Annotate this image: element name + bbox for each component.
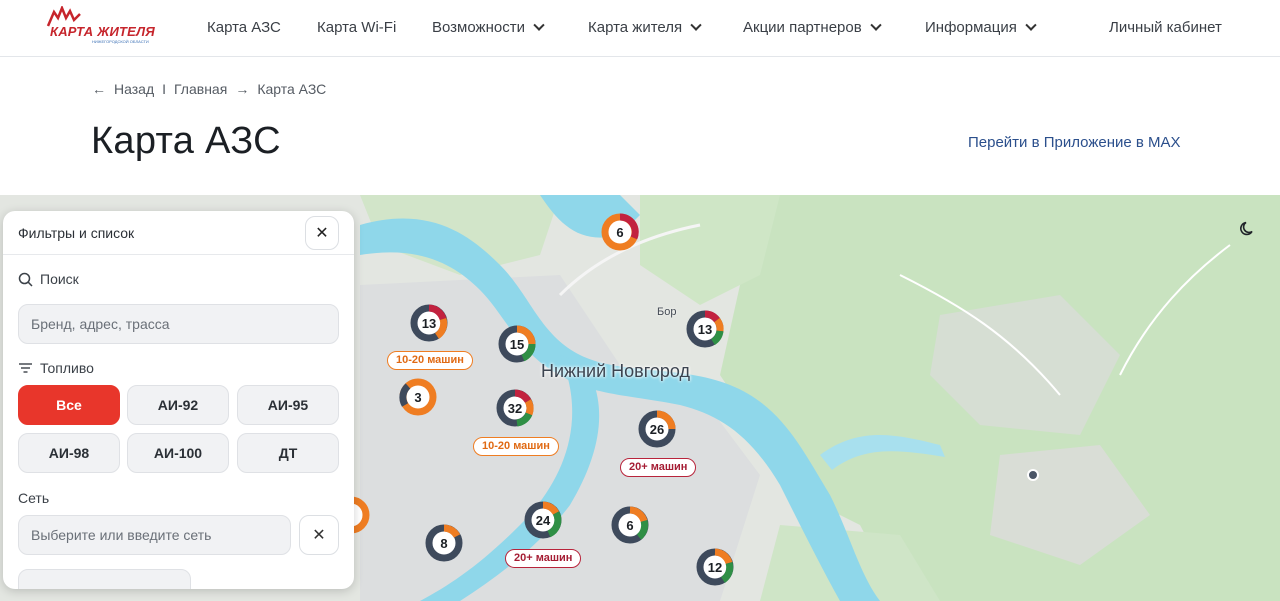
- search-section-label: Поиск: [18, 271, 79, 287]
- network-input[interactable]: Выберите или введите сеть: [18, 515, 291, 555]
- chevron-down-icon: [690, 19, 702, 31]
- breadcrumb: ← Назад I Главная → Карта АЗС: [92, 81, 326, 97]
- cluster-count: 13: [697, 321, 713, 337]
- close-icon: ✕: [312, 527, 326, 544]
- nav-item-map-wifi[interactable]: Карта Wi-Fi: [317, 19, 396, 36]
- station-cluster[interactable]: 3: [396, 375, 440, 419]
- search-label: Поиск: [40, 271, 79, 287]
- cluster-count: 24: [535, 512, 551, 528]
- station-cluster[interactable]: 6: [608, 503, 652, 547]
- station-cluster[interactable]: 8: [422, 521, 466, 565]
- nav-label: Карта Wi-Fi: [317, 19, 397, 36]
- fuel-chip-ai98[interactable]: АИ-98: [18, 433, 120, 473]
- account-link[interactable]: Личный кабинет: [1109, 19, 1222, 36]
- chevron-down-icon: [533, 19, 545, 31]
- fuel-chip-all[interactable]: Все: [18, 385, 120, 425]
- search-icon: [18, 272, 33, 287]
- station-marker[interactable]: [1027, 469, 1039, 481]
- queue-badge: 10-20 машин: [387, 351, 473, 370]
- station-cluster[interactable]: 13: [407, 301, 451, 345]
- breadcrumb-current: Карта АЗС: [257, 81, 327, 97]
- station-cluster[interactable]: 32: [493, 386, 537, 430]
- filter-panel: Фильтры и список ✕ Поиск Бренд, адрес, т…: [3, 211, 354, 589]
- station-cluster[interactable]: 24: [521, 498, 565, 542]
- cluster-count: 8: [440, 535, 448, 551]
- cluster-count: 13: [421, 315, 437, 331]
- search-input[interactable]: Бренд, адрес, трасса: [18, 304, 339, 344]
- fuel-section-label: Топливо: [18, 360, 94, 376]
- chevron-down-icon: [1025, 19, 1037, 31]
- panel-header: Фильтры и список ✕: [3, 211, 354, 255]
- nav-item-information[interactable]: Информация: [925, 19, 1037, 36]
- station-cluster[interactable]: 13: [683, 307, 727, 351]
- cluster-count: 6: [626, 517, 634, 533]
- queue-badge: 20+ машин: [505, 549, 582, 568]
- station-cluster[interactable]: 26: [635, 407, 679, 451]
- network-section-label: Сеть: [18, 490, 49, 506]
- fuel-chip-ai100[interactable]: АИ-100: [127, 433, 229, 473]
- cluster-count: 6: [616, 224, 624, 240]
- cluster-count: 26: [649, 421, 665, 437]
- network-label: Сеть: [18, 490, 50, 506]
- nav-item-features[interactable]: Возможности: [432, 19, 545, 36]
- nav-label: Карта жителя: [588, 19, 683, 36]
- nav-item-partner-offers[interactable]: Акции партнеров: [743, 19, 882, 36]
- open-app-link[interactable]: Перейти в Приложение в MAX: [968, 134, 1181, 151]
- clear-network-button[interactable]: ✕: [299, 515, 339, 555]
- moon-icon[interactable]: [1238, 219, 1258, 239]
- nav-label: Возможности: [432, 19, 525, 36]
- city-label: Нижний Новгород: [541, 361, 691, 381]
- station-cluster[interactable]: 12: [693, 545, 737, 589]
- cluster-count: 3: [414, 389, 422, 405]
- logo-subtext: НИЖЕГОРОДСКОЙ ОБЛАСТИ: [92, 39, 149, 44]
- arrow-right-icon: →: [235, 81, 250, 97]
- panel-title: Фильтры и список: [18, 225, 135, 241]
- cluster-count: 15: [509, 336, 525, 352]
- site-header: КАРТА ЖИТЕЛЯ НИЖЕГОРОДСКОЙ ОБЛАСТИ Карта…: [0, 0, 1280, 57]
- station-cluster[interactable]: 15: [495, 322, 539, 366]
- cluster-count: 32: [507, 400, 523, 416]
- fuel-chip-ai92[interactable]: АИ-92: [127, 385, 229, 425]
- fuel-label: Топливо: [40, 360, 94, 376]
- station-cluster[interactable]: 6: [598, 210, 642, 254]
- search-placeholder: Бренд, адрес, трасса: [31, 316, 170, 332]
- arrow-left-icon[interactable]: ←: [92, 81, 106, 97]
- close-panel-button[interactable]: ✕: [305, 216, 339, 250]
- filter-icon: [19, 363, 32, 373]
- chevron-down-icon: [870, 19, 882, 31]
- page-title: Карта АЗС: [91, 120, 281, 162]
- queue-badge: 20+ машин: [620, 458, 697, 477]
- fuel-chip-ai95[interactable]: АИ-95: [237, 385, 339, 425]
- cluster-count: 12: [707, 559, 723, 575]
- breadcrumb-separator: I: [162, 81, 167, 97]
- logo-text: КАРТА ЖИТЕЛЯ: [50, 24, 155, 39]
- nav-label: Информация: [925, 19, 1017, 36]
- breadcrumb-home[interactable]: Главная: [174, 81, 227, 97]
- account-label: Личный кабинет: [1109, 19, 1222, 36]
- queue-badge: 10-20 машин: [473, 437, 559, 456]
- breadcrumb-back[interactable]: Назад: [114, 81, 154, 97]
- logo[interactable]: КАРТА ЖИТЕЛЯ НИЖЕГОРОДСКОЙ ОБЛАСТИ: [44, 6, 164, 48]
- nav-label: Акции партнеров: [743, 19, 862, 36]
- nav-item-resident-card[interactable]: Карта жителя: [588, 19, 702, 36]
- fuel-chip-dt[interactable]: ДТ: [237, 433, 339, 473]
- network-placeholder: Выберите или введите сеть: [31, 527, 212, 543]
- town-label: Бор: [657, 306, 677, 318]
- list-toggle-partial[interactable]: [18, 569, 191, 589]
- nav-item-map-fuel[interactable]: Карта АЗС: [207, 19, 281, 36]
- nav-label: Карта АЗС: [207, 19, 281, 36]
- close-icon: ✕: [315, 225, 329, 242]
